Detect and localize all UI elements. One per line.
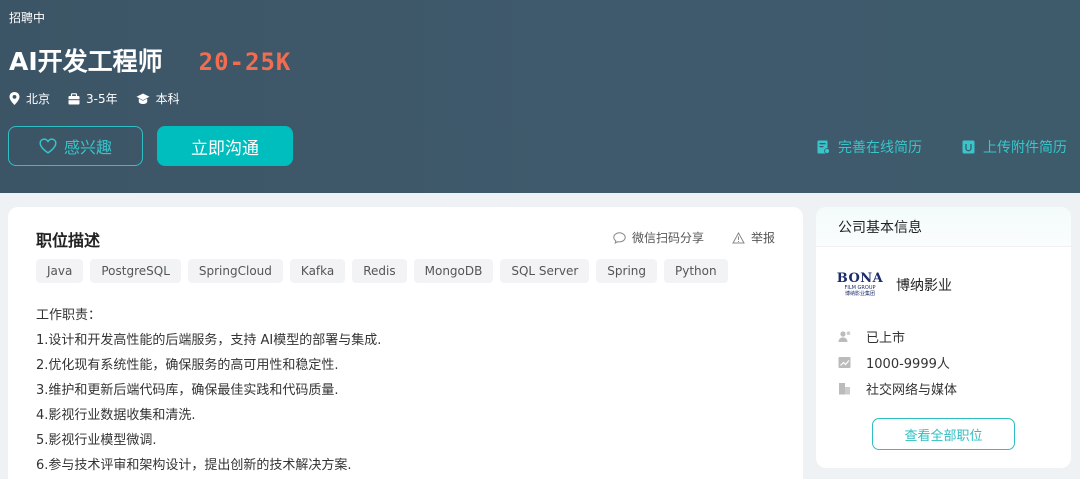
company-size-text: 1000-9999人 — [866, 356, 950, 372]
company-info-card: 公司基本信息 BONA FILM GROUP 博纳影业集团 博纳影业 已上市 1… — [816, 207, 1071, 468]
description-line: 5.影视行业模型微调. — [36, 433, 157, 448]
company-row[interactable]: BONA FILM GROUP 博纳影业集团 博纳影业 — [836, 265, 952, 305]
job-description-text: 工作职责： 1.设计和开发高性能的后端服务，支持 AI模型的部署与集成. 2.优… — [36, 303, 381, 478]
wechat-share-link[interactable]: 微信扫码分享 — [613, 229, 704, 246]
resume-doc-icon — [817, 140, 830, 154]
company-size: 1000-9999人 — [838, 349, 957, 375]
meta-experience: 3-5年 — [68, 90, 118, 107]
interest-button[interactable]: 感兴趣 — [8, 126, 143, 166]
upload-resume-label: 上传附件简历 — [983, 140, 1067, 156]
description-line: 4.影视行业数据收集和清洗. — [36, 408, 196, 423]
company-industry-text: 社交网络与媒体 — [866, 382, 958, 398]
recruiting-status: 招聘中 — [9, 11, 46, 25]
company-industry: 社交网络与媒体 — [838, 375, 957, 401]
skill-tag: MongoDB — [413, 259, 494, 283]
job-title: AI开发工程师 — [9, 47, 163, 76]
description-line: 1.设计和开发高性能的后端服务，支持 AI模型的部署与集成. — [36, 333, 382, 348]
meta-experience-text: 3-5年 — [86, 92, 118, 106]
skill-tag: Java — [36, 259, 84, 283]
view-all-jobs-button[interactable]: 查看全部职位 — [872, 418, 1015, 450]
company-financing-text: 已上市 — [866, 330, 906, 346]
building-icon — [839, 382, 850, 394]
heart-icon — [39, 138, 57, 154]
skill-tag: SpringCloud — [187, 259, 283, 283]
report-label: 举报 — [750, 231, 775, 245]
briefcase-icon — [68, 92, 80, 104]
title-row: AI开发工程师 20-25K — [9, 42, 291, 78]
graduation-cap-icon — [136, 93, 150, 104]
chat-bubble-icon — [613, 231, 626, 244]
wechat-share-label: 微信扫码分享 — [631, 231, 704, 245]
skill-tag: Spring — [596, 259, 658, 283]
card-actions: 微信扫码分享 举报 — [585, 229, 775, 246]
financing-people-icon — [838, 330, 851, 342]
description-line: 3.维护和更新后端代码库，确保最佳实践和代码质量. — [36, 383, 339, 398]
report-link[interactable]: 举报 — [732, 229, 775, 246]
meta-degree-text: 本科 — [155, 92, 180, 106]
chat-now-button[interactable]: 立即沟通 — [157, 126, 293, 166]
skill-tag: Kafka — [289, 259, 346, 283]
job-meta: 北京 3-5年 本科 — [9, 90, 198, 107]
improve-resume-label: 完善在线简历 — [838, 140, 922, 156]
skill-tag: Redis — [352, 259, 407, 283]
job-description-card: 职位描述 微信扫码分享 举报 Java PostgreSQL SpringClo… — [8, 207, 803, 479]
meta-city: 北京 — [9, 90, 50, 107]
upload-resume-link[interactable]: 上传附件简历 — [962, 137, 1067, 157]
skill-tags: Java PostgreSQL SpringCloud Kafka Redis … — [36, 259, 735, 283]
skill-tag: SQL Server — [500, 259, 590, 283]
company-name[interactable]: 博纳影业 — [896, 275, 952, 295]
meta-degree: 本科 — [136, 90, 180, 107]
upload-file-icon — [962, 140, 975, 154]
skill-tag: Python — [664, 259, 728, 283]
interest-label: 感兴趣 — [63, 138, 112, 157]
description-line: 工作职责： — [36, 308, 102, 323]
description-line: 6.参与技术评审和架构设计，提出创新的技术解决方案. — [36, 458, 352, 473]
meta-city-text: 北京 — [26, 92, 51, 106]
salary: 20-25K — [198, 48, 292, 76]
location-pin-icon — [9, 92, 20, 105]
job-description-title: 职位描述 — [36, 231, 101, 250]
description-line: 2.优化现有系统性能，确保服务的高可用性和稳定性. — [36, 358, 339, 373]
size-chart-icon — [838, 356, 851, 368]
company-info-list: 已上市 1000-9999人 社交网络与媒体 — [838, 323, 957, 401]
improve-resume-link[interactable]: 完善在线简历 — [817, 137, 922, 157]
job-header-banner: 招聘中 AI开发工程师 20-25K 北京 3-5年 本科 感兴趣 立即沟通 完… — [0, 0, 1080, 193]
company-info-title: 公司基本信息 — [816, 207, 1071, 247]
warning-triangle-icon — [732, 231, 745, 243]
company-logo: BONA FILM GROUP 博纳影业集团 — [836, 271, 884, 297]
company-financing: 已上市 — [838, 323, 957, 349]
skill-tag: PostgreSQL — [90, 259, 181, 283]
